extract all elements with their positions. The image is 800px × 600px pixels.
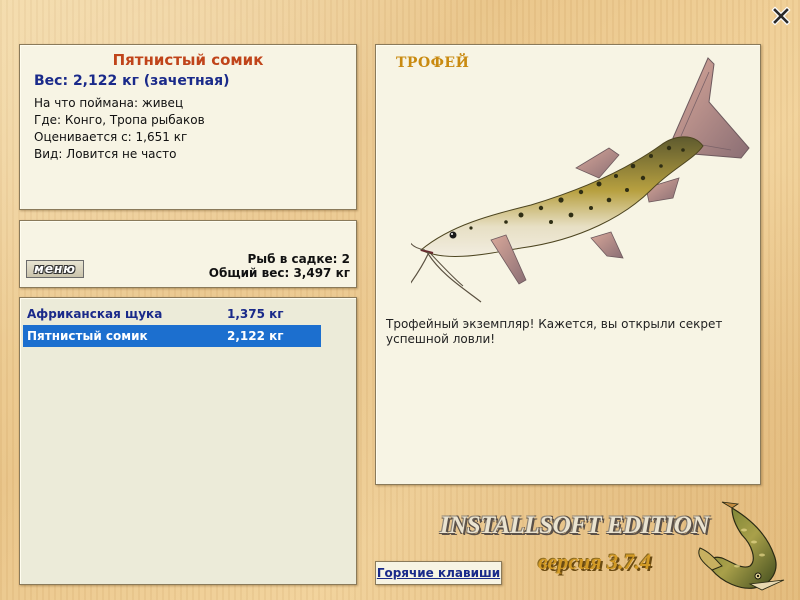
brand-title: INSTALLSOFT EDITION [440, 512, 710, 539]
kind-text: Вид: Ловится не часто [34, 147, 177, 161]
fish-details: На что поймана: живец Где: Конго, Тропа … [34, 95, 356, 163]
cage-stats: Рыб в садке: 2 Общий вес: 3,497 кг [209, 252, 350, 280]
catch-item-weight: 2,122 кг [227, 329, 284, 343]
catfish-image [411, 57, 750, 303]
cage-summary-panel: меню Рыб в садке: 2 Общий вес: 3,497 кг [19, 220, 357, 288]
hotkeys-button[interactable]: Горячие клавиши [375, 561, 502, 585]
catch-list-panel: Африканская щука 1,375 кг Пятнистый соми… [19, 297, 357, 585]
catch-list-item[interactable]: Африканская щука 1,375 кг [23, 303, 321, 325]
close-icon[interactable] [771, 6, 791, 26]
catch-list-item-selected[interactable]: Пятнистый сомик 2,122 кг [23, 325, 321, 347]
fish-info-panel: Пятнистый сомик Вес: 2,122 кг (зачетная)… [19, 44, 357, 210]
catch-item-name: Пятнистый сомик [27, 329, 148, 343]
valued-from-text: Оценивается с: 1,651 кг [34, 130, 188, 144]
fish-count-text: Рыб в садке: 2 [247, 252, 351, 266]
trophy-description: Трофейный экземпляр! Кажется, вы открыли… [386, 317, 723, 346]
menu-button[interactable]: меню [26, 260, 84, 278]
catch-item-weight: 1,375 кг [227, 307, 284, 321]
fish-weight: Вес: 2,122 кг (зачетная) [34, 73, 230, 89]
total-weight-text: Общий вес: 3,497 кг [208, 266, 350, 280]
pike-logo-icon [698, 501, 785, 591]
fish-title: Пятнистый сомик [112, 51, 264, 69]
caught-on-text: На что поймана: живец [34, 96, 184, 110]
version-label: версия 3.7.4 [538, 549, 652, 574]
location-text: Где: Конго, Тропа рыбаков [34, 113, 205, 127]
catch-item-name: Африканская щука [27, 307, 163, 321]
trophy-panel: ТРОФЕЙ Трофейный экземпляр! Кажется, вы … [375, 44, 761, 485]
